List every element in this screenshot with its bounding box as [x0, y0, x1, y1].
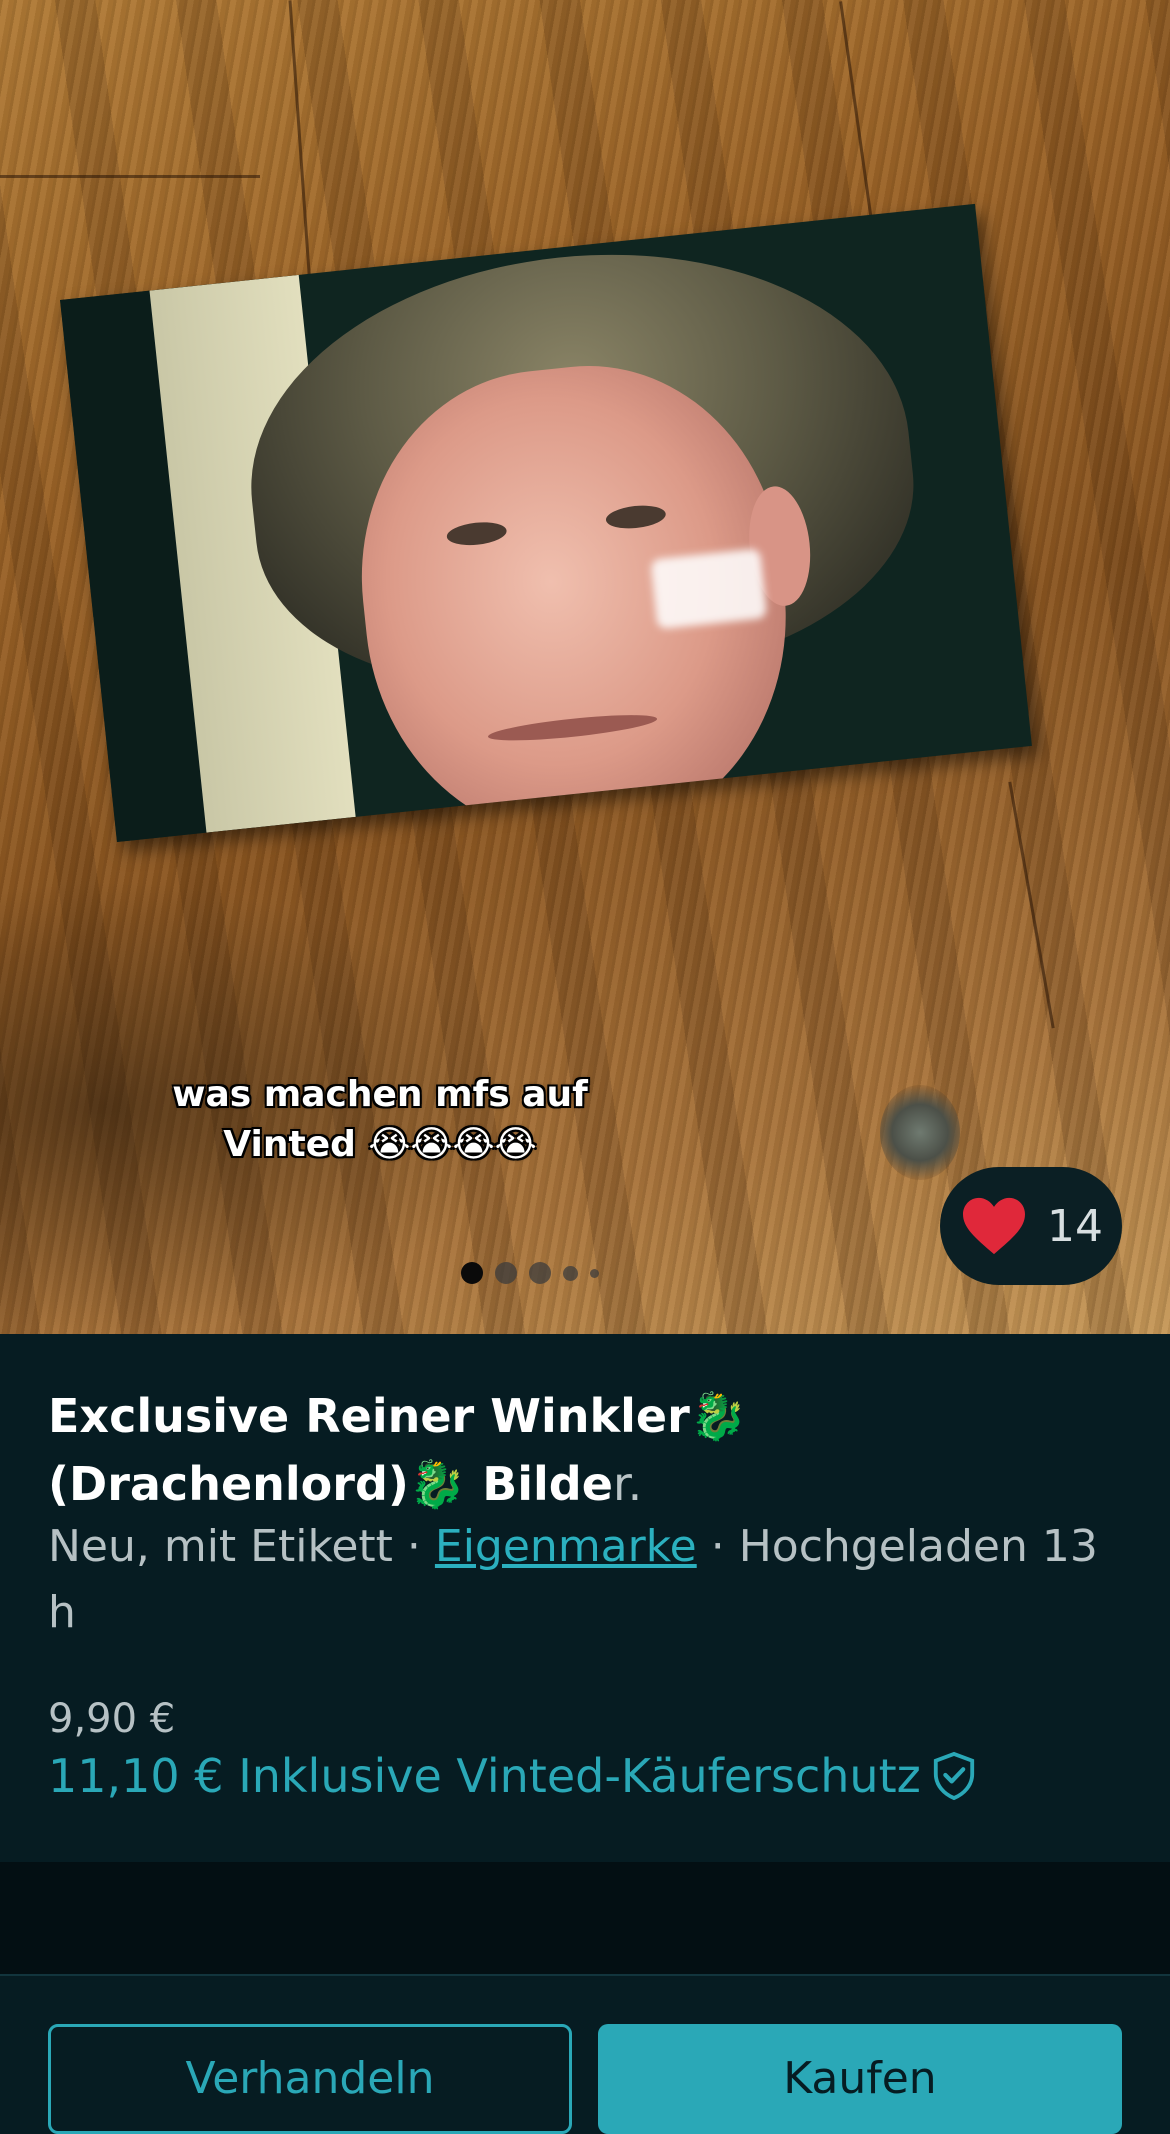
dragon-emoji: 🐉 [689, 1389, 748, 1443]
price-with-protection[interactable]: 11,10 € Inklusive Vinted-Käuferschutz [48, 1749, 977, 1803]
floor-plank-line [0, 175, 260, 178]
dragon-emoji: 🐉 [408, 1457, 467, 1511]
buy-button[interactable]: Kaufen [598, 2024, 1122, 2134]
listing-photo[interactable]: was machen mfs auf Vinted 😭😭😭😭 14 [0, 0, 1170, 1334]
listing-info: Exclusive Reiner Winkler🐉 (Drachenlord)🐉… [0, 1334, 1170, 1862]
wood-knot [880, 1085, 960, 1180]
action-bar: Verhandeln Kaufen [0, 1974, 1170, 2134]
printed-photo [60, 203, 1032, 843]
item-price: 9,90 € [48, 1696, 176, 1742]
heart-icon [963, 1197, 1025, 1255]
make-offer-button[interactable]: Verhandeln [48, 2024, 572, 2134]
pagination-dot-active[interactable] [461, 1262, 483, 1284]
section-divider [0, 1862, 1170, 1974]
overlay-caption-line1: was machen mfs auf [172, 1074, 588, 1115]
image-pagination[interactable] [0, 1262, 1115, 1284]
condition-label: Neu, mit Etikett [48, 1521, 393, 1572]
pagination-dot[interactable] [495, 1262, 517, 1284]
shield-check-icon [933, 1751, 974, 1801]
pagination-dot[interactable] [529, 1262, 551, 1284]
brand-link[interactable]: Eigenmarke [435, 1521, 697, 1572]
price-with-protection-label: 11,10 € Inklusive Vinted-Käuferschutz [48, 1749, 921, 1803]
separator: · [392, 1521, 435, 1572]
listing-meta: Neu, mit Etikett · Eigenmarke · Hochgela… [48, 1514, 1118, 1646]
floor-plank-line [1008, 781, 1055, 1029]
separator: · [696, 1521, 739, 1572]
title-text: Exclusive Reiner Winkler [48, 1389, 690, 1443]
title-text-faded: r. [612, 1457, 643, 1511]
overlay-caption: was machen mfs auf Vinted 😭😭😭😭 [160, 1070, 600, 1170]
pagination-dot[interactable] [590, 1268, 599, 1278]
title-text: Bilde [482, 1457, 613, 1511]
favourite-count: 14 [1047, 1200, 1103, 1252]
pagination-dot[interactable] [563, 1265, 578, 1281]
listing-title: Exclusive Reiner Winkler🐉 (Drachenlord)🐉… [48, 1382, 1118, 1518]
overlay-caption-line2: Vinted 😭😭😭😭 [223, 1124, 537, 1165]
title-text: (Drachenlord) [48, 1457, 409, 1511]
